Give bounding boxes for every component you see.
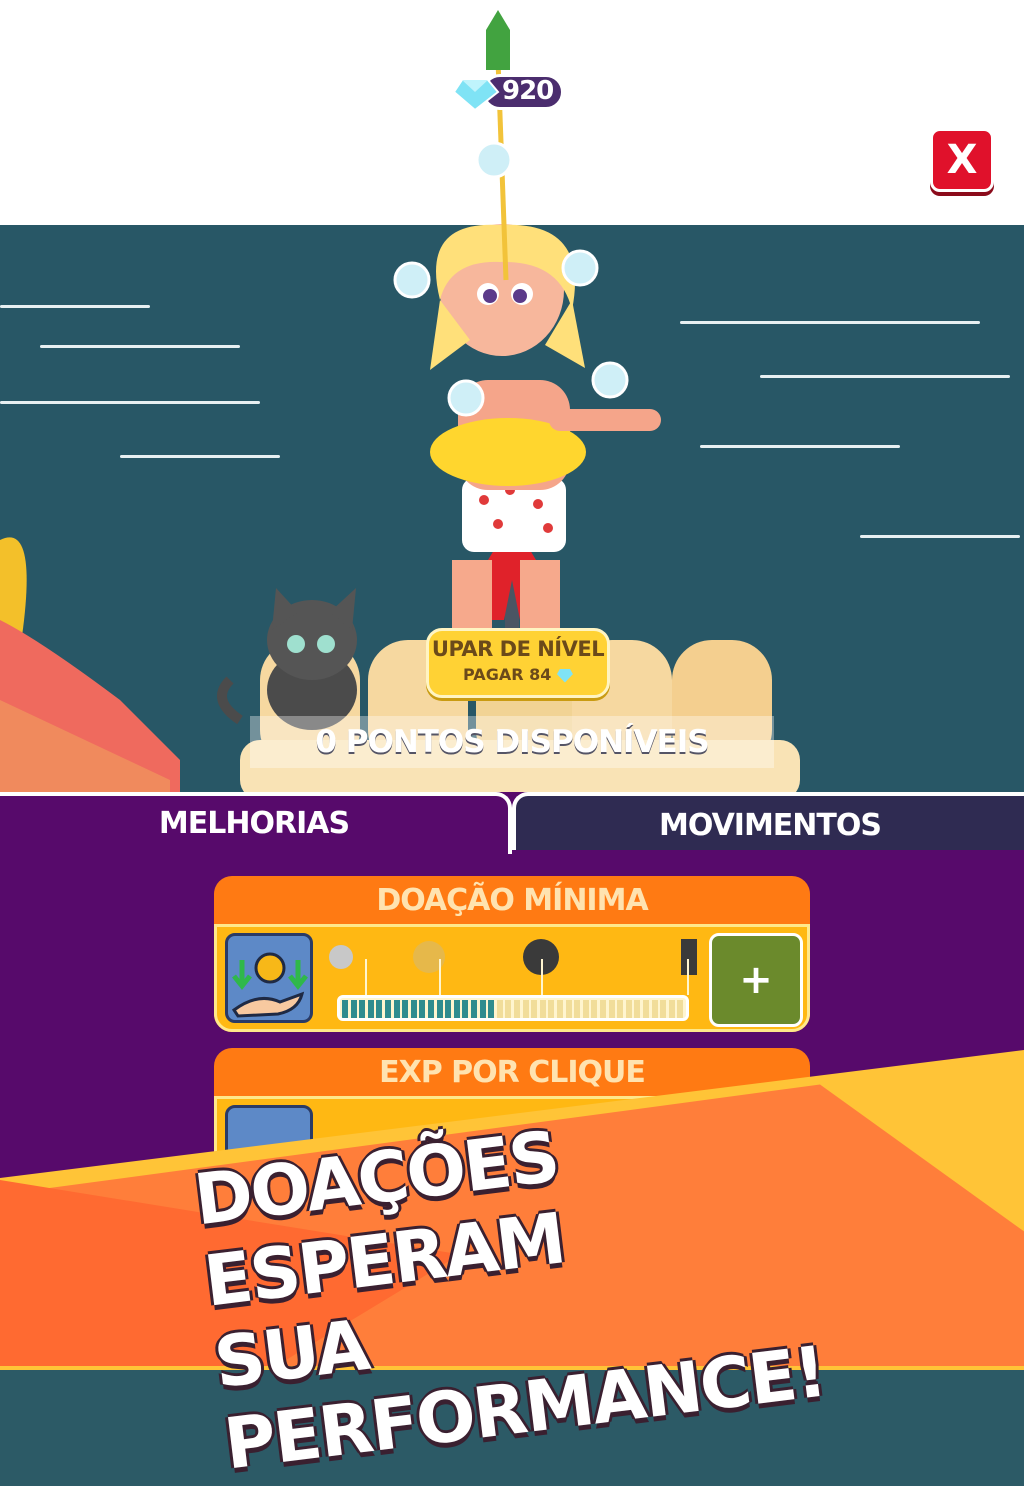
progress-segment xyxy=(479,1000,486,1018)
tab-melhorias[interactable]: MELHORIAS xyxy=(0,792,512,854)
upgrade-progress-bar xyxy=(337,995,689,1021)
donation-hand-icon xyxy=(225,933,313,1023)
tab-movimentos[interactable]: MOVIMENTOS xyxy=(512,792,1024,850)
progress-segment xyxy=(582,1000,589,1018)
progress-segment xyxy=(445,1000,452,1018)
progress-segment xyxy=(634,1000,641,1018)
upgrade-card-title: DOAÇÃO MÍNIMA xyxy=(376,883,648,918)
progress-segment xyxy=(376,1000,383,1018)
upgrade-card-body: + xyxy=(214,924,810,1032)
progress-segment xyxy=(668,1000,675,1018)
progress-segment xyxy=(565,1000,572,1018)
progress-segment xyxy=(428,1000,434,1018)
gem-counter: 920 xyxy=(452,72,567,112)
level-up-title: UPAR DE NÍVEL xyxy=(431,637,605,661)
progress-segment xyxy=(591,1000,598,1018)
progress-segment xyxy=(471,1000,477,1018)
progress-segment xyxy=(651,1000,658,1018)
progress-segment xyxy=(359,1000,366,1018)
milestone-icons xyxy=(329,939,697,975)
gem-icon xyxy=(556,668,573,683)
progress-segment xyxy=(643,1000,649,1018)
progress-segment xyxy=(514,1000,520,1018)
progress-segment xyxy=(608,1000,615,1018)
progress-segment xyxy=(350,1000,357,1018)
progress-segment xyxy=(410,1000,417,1018)
progress-segment xyxy=(617,1000,624,1018)
close-button[interactable]: X xyxy=(930,128,994,192)
progress-segment xyxy=(385,1000,391,1018)
upgrade-plus-button[interactable]: + xyxy=(709,933,803,1027)
progress-segment xyxy=(462,1000,469,1018)
upgrade-card-min-donation: DOAÇÃO MÍNIMA + xyxy=(214,876,810,1032)
progress-segment xyxy=(531,1000,538,1018)
progress-segment xyxy=(660,1000,667,1018)
level-up-button[interactable]: UPAR DE NÍVEL PAGAR 84 xyxy=(426,628,610,698)
neighbor-character xyxy=(0,537,180,800)
progress-segment xyxy=(574,1000,581,1018)
progress-segment xyxy=(677,1000,684,1018)
progress-segment xyxy=(453,1000,460,1018)
progress-segment xyxy=(505,1000,512,1018)
progress-segment xyxy=(402,1000,409,1018)
performer-character xyxy=(430,224,661,630)
available-points-label: 0 PONTOS DISPONÍVEIS xyxy=(250,716,774,768)
gem-count: 920 xyxy=(502,76,554,106)
progress-segment xyxy=(436,1000,443,1018)
gem-icon xyxy=(452,79,500,112)
progress-segment xyxy=(625,1000,632,1018)
progress-segment xyxy=(548,1000,555,1018)
progress-segment xyxy=(557,1000,563,1018)
progress-segment xyxy=(419,1000,426,1018)
progress-segment xyxy=(522,1000,529,1018)
progress-segment xyxy=(539,1000,546,1018)
progress-segment xyxy=(600,1000,606,1018)
progress-segment xyxy=(342,1000,348,1018)
progress-segment xyxy=(488,1000,495,1018)
progress-segment xyxy=(367,1000,374,1018)
progress-segment xyxy=(393,1000,400,1018)
level-up-cost: PAGAR 84 xyxy=(463,665,552,684)
progress-segment xyxy=(496,1000,503,1018)
cat xyxy=(217,588,357,730)
